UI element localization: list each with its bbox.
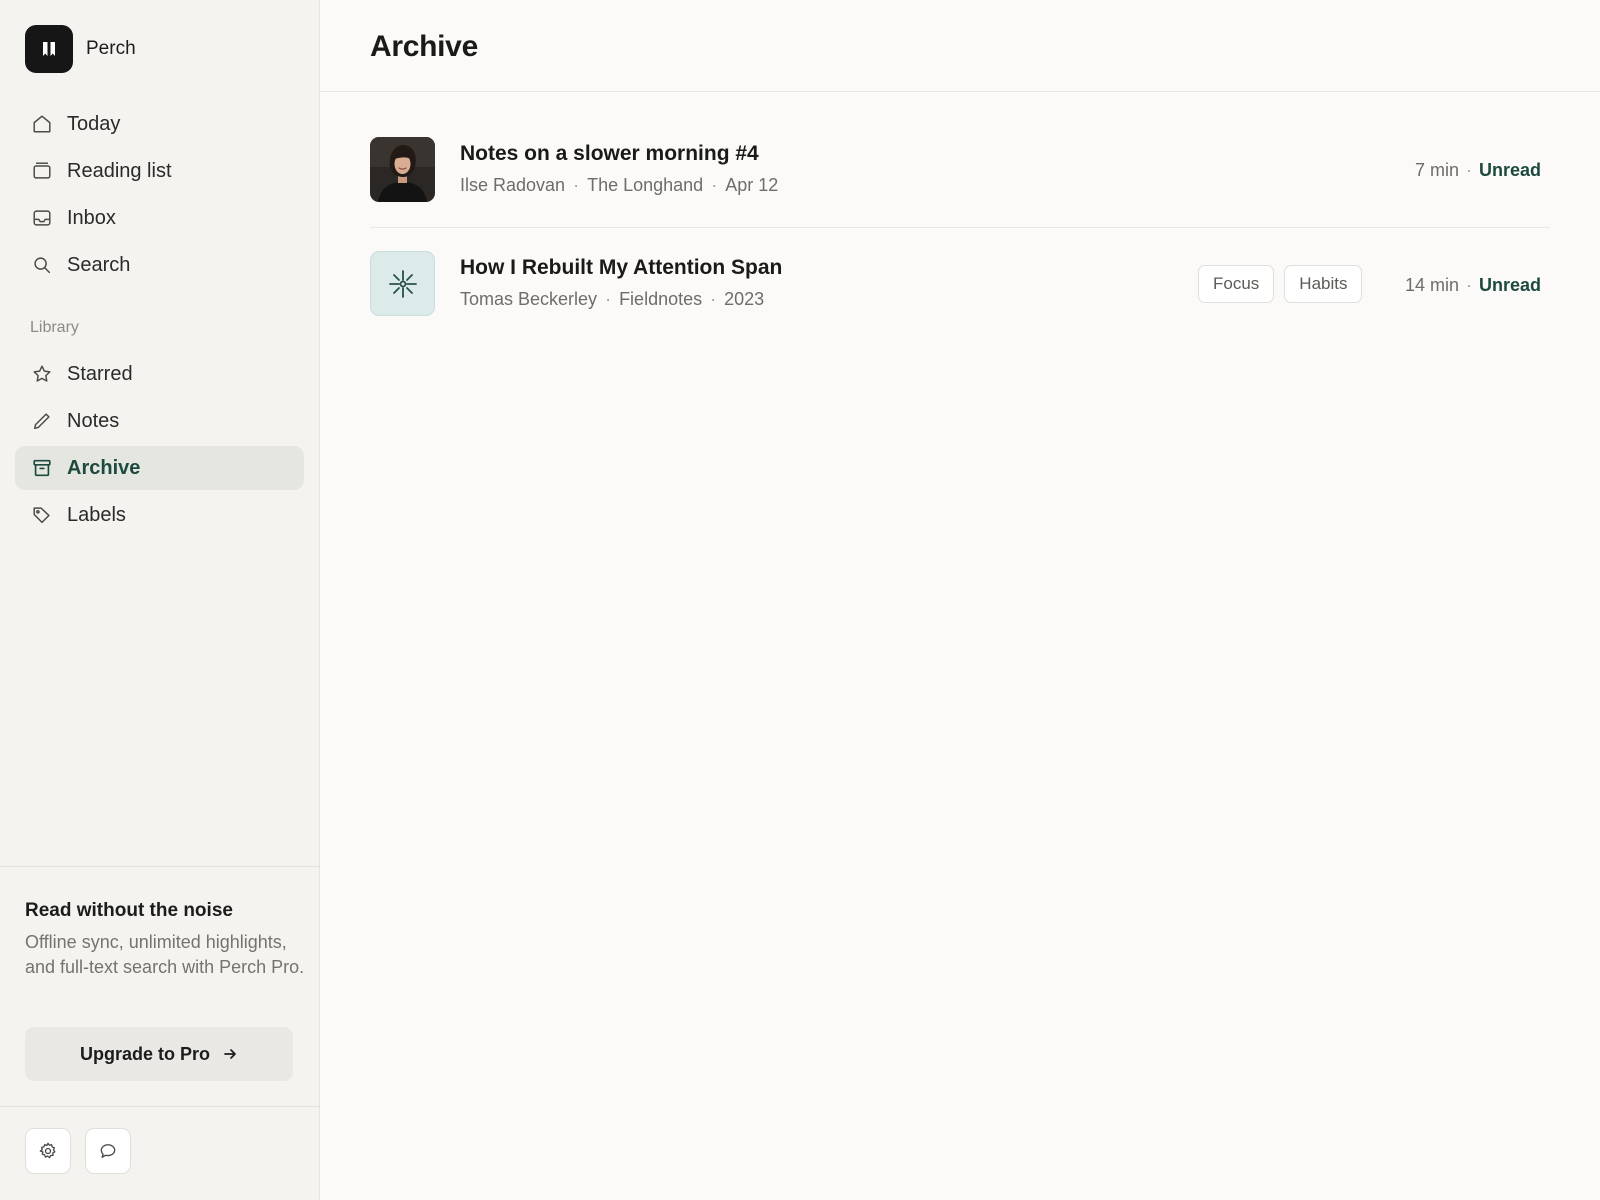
sidebar-item-label: Starred [67,362,133,385]
library-nav: Starred Notes Archive Labels [15,352,304,540]
read-time: 7 min [1414,160,1459,180]
sidebar-item-label: Notes [67,409,120,432]
article-row[interactable]: Notes on a slower morning #4 Ilse Radova… [370,114,1550,228]
article-source: The Longhand [587,175,704,195]
sidebar-item-archive[interactable]: Archive [15,446,304,490]
arrow-right-icon [222,1046,238,1062]
sidebar-item-label: Archive [67,456,141,479]
article-row[interactable]: How I Rebuilt My Attention Span Tomas Be… [370,228,1550,342]
archive-icon [30,456,54,480]
sidebar-item-today[interactable]: Today [15,102,304,146]
sidebar-item-inbox[interactable]: Inbox [15,196,304,240]
separator-dot: · [711,175,718,195]
article-author: Tomas Beckerley [460,289,598,309]
page-title: Archive [370,30,478,63]
sidebar-item-label: Reading list [67,159,172,182]
primary-nav: Today Reading list Inbox Search [15,102,304,290]
perch-logo-icon [25,25,73,73]
author-photo [370,137,435,202]
sidebar-item-label: Search [67,253,131,276]
separator-dot: · [1465,160,1472,180]
sidebar-item-label: Today [67,112,121,135]
pencil-icon [30,409,54,433]
status-badge: Unread [1478,274,1541,295]
tag-icon [30,503,54,527]
read-time: 14 min [1404,274,1459,295]
sidebar-item-reading-list[interactable]: Reading list [15,149,304,193]
search-icon [30,253,54,277]
article-title[interactable]: Notes on a slower morning #4 [460,142,759,166]
sidebar-item-search[interactable]: Search [15,243,304,287]
article-source: Fieldnotes [619,289,703,309]
separator-dot: · [605,289,612,309]
reading-list-icon [30,159,54,183]
main-content: Archive Notes on a slower morning #4 Ils… [320,0,1600,1200]
tag-habits[interactable]: Habits [1284,265,1363,303]
brand-name: Perch [86,38,136,59]
separator-dot: · [1465,274,1472,295]
star-icon [30,362,54,386]
inbox-icon [30,206,54,230]
tag-focus[interactable]: Focus [1198,265,1275,303]
divider [0,1106,320,1107]
article-status-group: 14 min · Unread [1405,228,1541,342]
article-author: Ilse Radovan [460,175,566,195]
library-section-label: Library [30,319,79,336]
chat-icon [98,1141,118,1161]
sidebar-item-starred[interactable]: Starred [15,352,304,396]
settings-icon [38,1141,58,1161]
upgrade-button-label: Upgrade to Pro [79,1043,210,1064]
status-badge: Unread [1478,160,1541,180]
article-date: 2023 [724,289,765,309]
page-header: Archive [320,0,1600,92]
sparkle-icon [370,251,435,316]
chat-button[interactable] [85,1128,131,1174]
article-title[interactable]: How I Rebuilt My Attention Span [460,256,782,280]
sidebar-item-notes[interactable]: Notes [15,399,304,443]
promo-text: Offline sync, unlimited highlights, and … [25,932,305,977]
promo-title: Read without the noise [25,900,233,921]
sidebar-item-label: Labels [67,503,126,526]
article-meta: Tomas Beckerley · Fieldnotes · 2023 [460,289,764,310]
sidebar: Perch Today Reading list Inbox Search Li… [0,0,320,1200]
article-status-group: 7 min · Unread [1415,114,1541,227]
upgrade-to-pro-button[interactable]: Upgrade to Pro [25,1027,293,1081]
tag-list: Focus Habits [1198,265,1372,303]
separator-dot: · [710,289,717,309]
article-meta: Ilse Radovan · The Longhand · Apr 12 [460,175,778,196]
separator-dot: · [573,175,580,195]
sidebar-item-labels[interactable]: Labels [15,493,304,537]
sidebar-item-label: Inbox [67,206,116,229]
divider [0,866,320,867]
settings-button[interactable] [25,1128,71,1174]
home-icon [30,112,54,136]
article-date: Apr 12 [725,175,779,195]
brand[interactable]: Perch [25,25,136,73]
